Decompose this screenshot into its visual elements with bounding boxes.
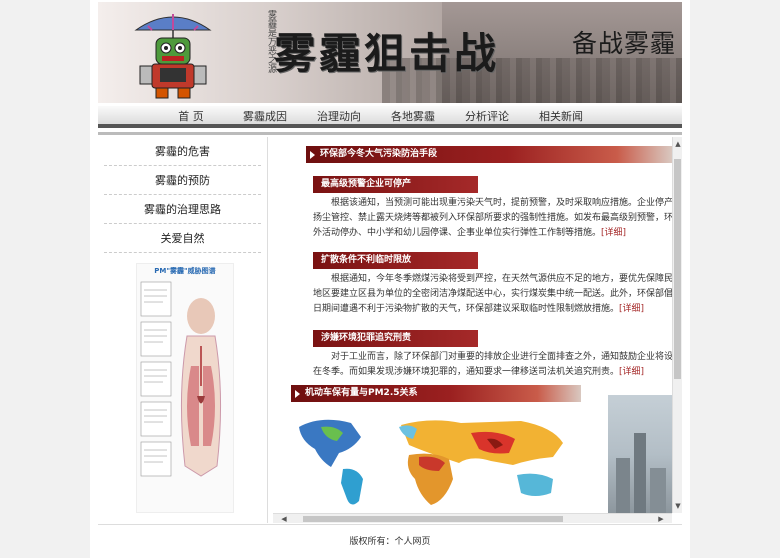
scroll-left-icon[interactable]: ◀ [279, 514, 289, 523]
scroll-up-icon[interactable]: ▲ [673, 139, 682, 149]
sidebar-item-prevention[interactable]: 雾霾的预防 [104, 166, 261, 195]
more-link-3[interactable]: [详细] [619, 367, 644, 377]
article-1-line-2: 扬尘管控、禁止露天烧烤等都被列入环保部所要求的强制性措施。如发布最高级别预警，环… [313, 213, 672, 223]
banner-scribble: 雾霾是万恶之源 [266, 10, 276, 73]
article-body-2: 根据通知，今年冬季燃煤污染将受到严控，在天然气源供应不足的地方，要优先保障民生用… [313, 272, 672, 317]
vertical-scrollbar[interactable]: ▲ ▼ [672, 137, 682, 513]
footer-copyright: 版权所有：个人网页 [349, 537, 431, 547]
arrow-right-icon [310, 151, 315, 159]
nav-divider [98, 132, 682, 135]
footer-divider [98, 524, 682, 525]
section-header-vehicles: 机动车保有量与PM2.5关系 [291, 385, 581, 402]
article-1-line-3: 外活动停办、中小学和幼儿园停课、企事业单位实行弹性工作制等措施。[详细] [313, 226, 672, 241]
article-body-3: 对于工业而言，除了环保部门对重要的排放企业进行全面排查之外，通知鼓励企业将设备检… [313, 350, 672, 380]
article-heading-2: 扩散条件不利临时限放 [313, 252, 478, 269]
more-link-1[interactable]: [详细] [601, 228, 626, 238]
arrow-right-icon [295, 390, 300, 398]
main-nav: 首 页 雾霾成因 治理动向 各地雾霾 分析评论 相关新闻 [98, 106, 682, 128]
banner: 雾霾是万恶之源 雾霾狙击战 备战雾霾 [98, 2, 682, 103]
article-2-line-2: 地区要建立区县为单位的全密闭洁净煤配送中心，实行煤炭集中统一配送。此外，环保部倡… [313, 289, 672, 299]
nav-regions[interactable]: 各地雾霾 [376, 106, 450, 124]
sidebar-item-governance[interactable]: 雾霾的治理思路 [104, 195, 261, 224]
page: 雾霾是万恶之源 雾霾狙击战 备战雾霾 首 页 雾霾成因 治理动向 各地雾霾 分析… [90, 0, 690, 558]
article-1-line-3-text: 外活动停办、中小学和幼儿园停课、企事业单位实行弹性工作制等措施。 [313, 228, 602, 238]
article-3-line-2: 在冬季。而如果发现涉嫌环境犯罪的，通知要求一律移送司法机关追究刑责。[详细] [313, 365, 672, 380]
article-2-line-3-text: 日期间遭遇不利于污染物扩散的天气，环保部建议采取临时性限制燃放措施。 [313, 304, 620, 314]
lung-infographic-image [140, 281, 222, 477]
nav-news[interactable]: 相关新闻 [524, 106, 598, 124]
more-link-2[interactable]: [详细] [619, 304, 644, 314]
article-1-line-1: 根据该通知，当预测可能出现重污染天气时，提前预警，及时采取响应措施。企业停产、限… [331, 198, 672, 208]
vertical-scroll-thumb[interactable] [674, 159, 681, 379]
article-3-line-2-text: 在冬季。而如果发现涉嫌环境犯罪的，通知要求一律移送司法机关追究刑责。 [313, 367, 620, 377]
sidebar-item-hazards[interactable]: 雾霾的危害 [104, 137, 261, 166]
article-heading-1: 最高级预警企业可停产 [313, 176, 478, 193]
site-slogan: 备战雾霾 [572, 29, 677, 58]
section-header-winter: 环保部今冬大气污染防治手段 [306, 146, 672, 163]
nav-causes[interactable]: 雾霾成因 [228, 106, 302, 124]
photo-building [616, 458, 630, 513]
scroll-down-icon[interactable]: ▼ [673, 501, 682, 511]
poster-title: PM"雾霾"威胁图谱 [154, 267, 216, 275]
site-title: 雾霾狙击战 [274, 29, 500, 78]
horizontal-scrollbar[interactable]: ◀ ▶ [273, 513, 672, 523]
article-body-1: 根据该通知，当预测可能出现重污染天气时，提前预警，及时采取响应措施。企业停产、限… [313, 196, 672, 241]
article-3-line-1: 对于工业而言，除了环保部门对重要的排放企业进行全面排查之外，通知鼓励企业将设备检… [331, 352, 672, 362]
scroll-right-icon[interactable]: ▶ [656, 514, 666, 523]
article-2-line-3: 日期间遭遇不利于污染物扩散的天气，环保部建议采取临时性限制燃放措施。[详细] [313, 302, 672, 317]
horizontal-scroll-thumb[interactable] [303, 516, 563, 522]
article-heading-3: 涉嫌环境犯罪追究刑责 [313, 330, 478, 347]
nav-home[interactable]: 首 页 [154, 106, 228, 124]
section-title-vehicles: 机动车保有量与PM2.5关系 [305, 388, 418, 398]
article-2-line-1: 根据通知，今年冬季燃煤污染将受到严控，在天然气源供应不足的地方，要优先保障民生用… [331, 274, 672, 284]
nav-analysis[interactable]: 分析评论 [450, 106, 524, 124]
main-content: 环保部今冬大气污染防治手段 最高级预警企业可停产 根据该通知，当预测可能出现重污… [273, 137, 682, 523]
nav-governance[interactable]: 治理动向 [302, 106, 376, 124]
article-frame[interactable]: 环保部今冬大气污染防治手段 最高级预警企业可停产 根据该通知，当预测可能出现重污… [273, 137, 672, 513]
mascot-illustration [134, 14, 212, 99]
sidebar: 雾霾的危害 雾霾的预防 雾霾的治理思路 关爱自然 PM"雾霾"威胁图谱 [98, 137, 268, 523]
sidebar-poster[interactable]: PM"雾霾"威胁图谱 [136, 263, 234, 513]
section-title-winter: 环保部今冬大气污染防治手段 [320, 149, 438, 159]
photo-building [634, 433, 646, 513]
photo-building [650, 468, 666, 513]
smog-city-photo [608, 395, 672, 513]
world-pm25-map-image [291, 409, 571, 513]
sidebar-item-nature[interactable]: 关爱自然 [104, 224, 261, 253]
